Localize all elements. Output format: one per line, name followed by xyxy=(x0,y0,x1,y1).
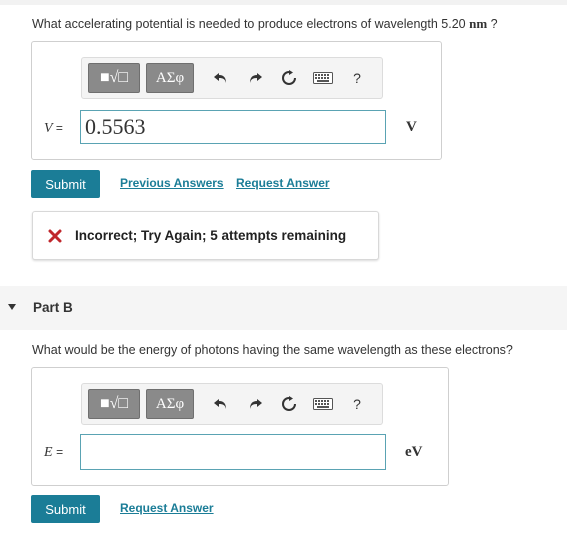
greek-symbols-button[interactable]: ΑΣφ xyxy=(146,63,194,93)
part-b-answer-box: ■√□ ΑΣφ ? E = eV xyxy=(31,367,449,486)
answer-input[interactable]: 0.5563 xyxy=(80,110,386,144)
part-b-label: Part B xyxy=(33,300,73,315)
variable-symbol: V xyxy=(44,121,53,136)
answer-input[interactable] xyxy=(80,434,386,470)
part-a-answer-box: ■√□ ΑΣφ ? V = 0.5563 V xyxy=(31,41,442,160)
help-icon[interactable]: ? xyxy=(344,65,370,91)
incorrect-x-icon xyxy=(48,229,62,242)
question-suffix: ? xyxy=(487,17,498,31)
undo-icon[interactable] xyxy=(208,391,234,417)
feedback-text: Incorrect; Try Again; 5 attempts remaini… xyxy=(75,228,347,243)
unit-label: V xyxy=(406,119,417,135)
variable-label: V = xyxy=(44,121,63,137)
part-b-header[interactable]: Part B xyxy=(0,286,567,330)
unit-label: eV xyxy=(405,444,423,460)
variable-label: E = xyxy=(44,445,63,461)
keyboard-icon[interactable] xyxy=(310,65,336,91)
math-toolbar: ■√□ ΑΣφ ? xyxy=(81,57,383,99)
part-a-question: What accelerating potential is needed to… xyxy=(32,16,498,32)
part-b-question: What would be the energy of photons havi… xyxy=(32,343,513,357)
reset-icon[interactable] xyxy=(276,391,302,417)
redo-icon[interactable] xyxy=(242,65,268,91)
previous-answers-link[interactable]: Previous Answers xyxy=(120,176,224,190)
variable-symbol: E xyxy=(44,445,53,460)
keyboard-icon[interactable] xyxy=(310,391,336,417)
reset-icon[interactable] xyxy=(276,65,302,91)
templates-button[interactable]: ■√□ xyxy=(88,63,140,93)
feedback-box: Incorrect; Try Again; 5 attempts remaini… xyxy=(32,211,379,260)
greek-symbols-button[interactable]: ΑΣφ xyxy=(146,389,194,419)
templates-button[interactable]: ■√□ xyxy=(88,389,140,419)
request-answer-link[interactable]: Request Answer xyxy=(120,501,214,515)
question-text: What accelerating potential is needed to… xyxy=(32,17,466,31)
equals-sign: = xyxy=(55,121,63,135)
submit-button[interactable]: Submit xyxy=(31,495,100,523)
submit-button[interactable]: Submit xyxy=(31,170,100,198)
collapse-caret-icon[interactable] xyxy=(8,304,16,310)
question-unit: nm xyxy=(469,16,488,31)
equals-sign: = xyxy=(56,445,64,459)
help-icon[interactable]: ? xyxy=(344,391,370,417)
redo-icon[interactable] xyxy=(242,391,268,417)
undo-icon[interactable] xyxy=(208,65,234,91)
math-toolbar: ■√□ ΑΣφ ? xyxy=(81,383,383,425)
request-answer-link[interactable]: Request Answer xyxy=(236,176,330,190)
top-divider xyxy=(0,0,567,5)
